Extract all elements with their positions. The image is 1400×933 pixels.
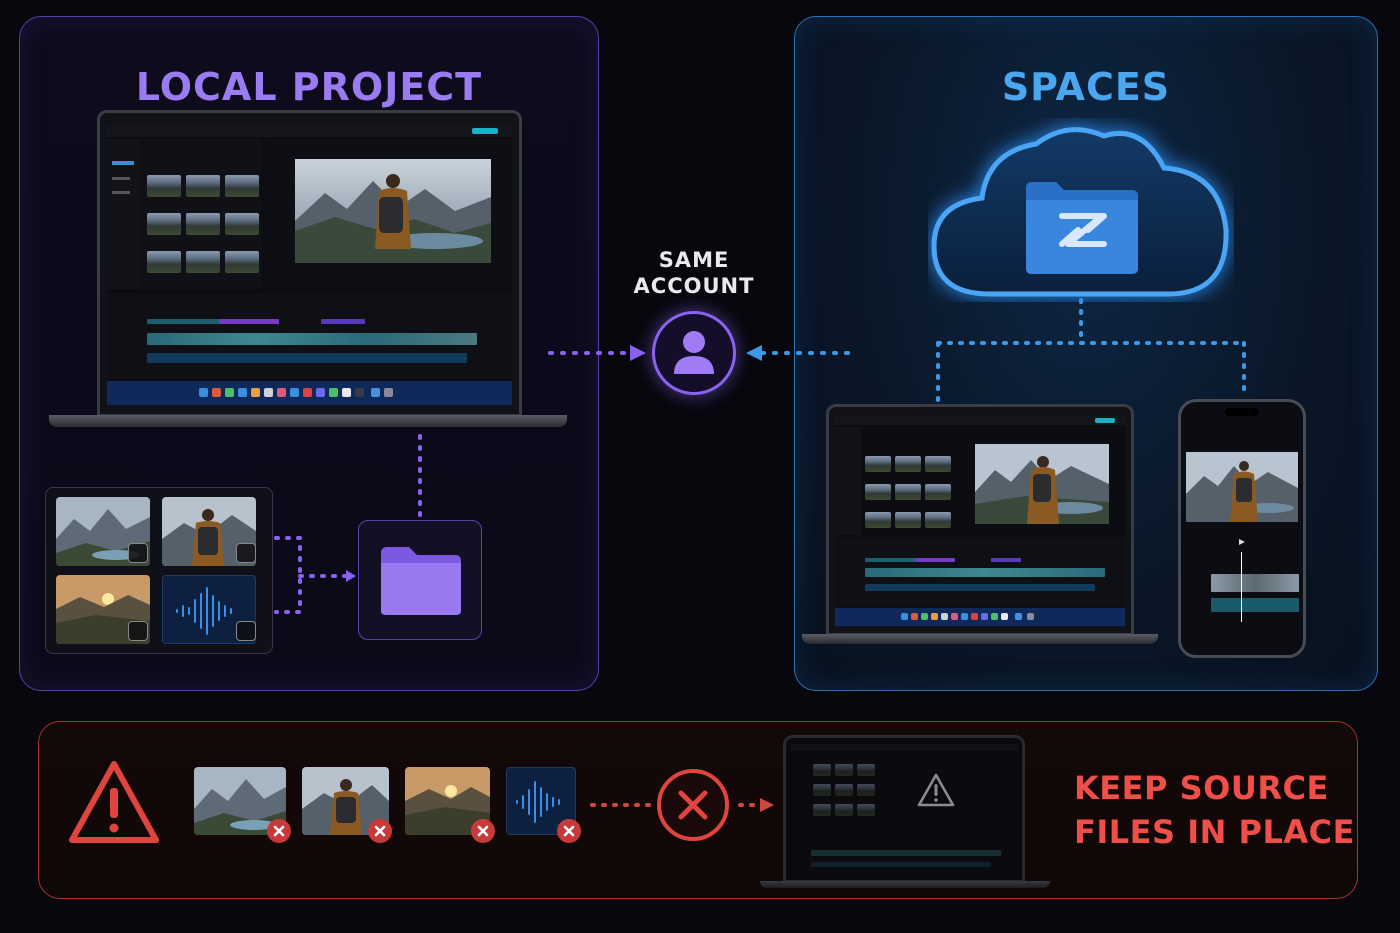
video-file-icon bbox=[128, 621, 148, 641]
warning-triangle-icon bbox=[69, 761, 159, 843]
local-folder-box bbox=[358, 520, 482, 640]
sidebar-item-2[interactable] bbox=[112, 177, 130, 180]
video-track[interactable] bbox=[1211, 574, 1299, 592]
media-thumb[interactable] bbox=[147, 175, 181, 197]
broken-project-laptop-base bbox=[760, 881, 1050, 888]
editor-screen bbox=[835, 416, 1125, 626]
player-preview bbox=[975, 444, 1109, 524]
sidebar-item-1[interactable] bbox=[112, 161, 134, 165]
editor-screen bbox=[107, 125, 512, 405]
same-label: SAME bbox=[658, 248, 730, 272]
timeline bbox=[107, 293, 512, 379]
x-circle-icon bbox=[657, 769, 729, 841]
video-track[interactable] bbox=[865, 568, 1105, 577]
player-preview bbox=[1186, 452, 1298, 522]
cloud-icon bbox=[931, 127, 1229, 297]
media-thumb[interactable] bbox=[895, 512, 921, 528]
spaces-laptop bbox=[826, 404, 1134, 636]
export-button[interactable] bbox=[1095, 418, 1115, 423]
media-thumb[interactable] bbox=[225, 213, 259, 235]
folder-icon bbox=[381, 547, 461, 615]
warning-triangle-icon bbox=[917, 773, 955, 807]
media-thumb[interactable] bbox=[865, 456, 891, 472]
x-badge-icon bbox=[557, 819, 581, 843]
warning-line-1: KEEP SOURCE bbox=[1074, 769, 1329, 807]
broken-project-laptop bbox=[783, 735, 1025, 883]
x-badge-icon bbox=[471, 819, 495, 843]
audio-track[interactable] bbox=[865, 584, 1095, 591]
effect-track[interactable] bbox=[219, 319, 279, 324]
audio-track[interactable] bbox=[147, 353, 467, 363]
media-thumb[interactable] bbox=[225, 251, 259, 273]
local-laptop bbox=[97, 110, 522, 417]
video-file-icon bbox=[236, 543, 256, 563]
dock bbox=[835, 608, 1125, 626]
effect-track[interactable] bbox=[915, 558, 955, 562]
media-thumb[interactable] bbox=[925, 456, 951, 472]
media-thumb[interactable] bbox=[895, 484, 921, 500]
account-avatar bbox=[652, 311, 736, 395]
media-thumb[interactable] bbox=[865, 512, 891, 528]
spaces-laptop-base bbox=[802, 634, 1158, 644]
x-badge-icon bbox=[368, 819, 392, 843]
media-thumb[interactable] bbox=[186, 213, 220, 235]
media-thumb[interactable] bbox=[186, 251, 220, 273]
local-media-grid bbox=[45, 487, 273, 654]
folder-icon bbox=[1026, 182, 1138, 274]
editor-sidebar bbox=[107, 139, 141, 289]
player-preview bbox=[295, 159, 491, 263]
playhead[interactable] bbox=[1241, 552, 1242, 622]
media-thumb[interactable] bbox=[147, 213, 181, 235]
editor-topbar bbox=[107, 125, 512, 137]
x-badge-icon bbox=[267, 819, 291, 843]
play-icon[interactable] bbox=[1239, 539, 1245, 545]
video-file-icon bbox=[128, 543, 148, 563]
sidebar-item-3[interactable] bbox=[112, 191, 130, 194]
dock bbox=[107, 381, 512, 405]
media-thumb[interactable] bbox=[186, 175, 220, 197]
warning-line-2: FILES IN PLACE bbox=[1074, 813, 1355, 851]
export-button[interactable] bbox=[472, 128, 498, 134]
account-label: ACCOUNT bbox=[633, 274, 755, 298]
local-laptop-base bbox=[49, 415, 567, 427]
phone-notch bbox=[1225, 408, 1259, 416]
media-thumb[interactable] bbox=[925, 512, 951, 528]
media-thumb[interactable] bbox=[865, 484, 891, 500]
media-thumb[interactable] bbox=[147, 251, 181, 273]
editor-screen bbox=[791, 744, 1019, 878]
video-track[interactable] bbox=[147, 333, 477, 345]
spaces-phone bbox=[1178, 399, 1306, 658]
media-thumb[interactable] bbox=[895, 456, 921, 472]
effect-track[interactable] bbox=[991, 558, 1021, 562]
effect-track[interactable] bbox=[321, 319, 365, 324]
media-thumb[interactable] bbox=[925, 484, 951, 500]
music-note-icon bbox=[236, 621, 256, 641]
user-icon bbox=[674, 331, 714, 374]
media-thumb[interactable] bbox=[225, 175, 259, 197]
audio-track[interactable] bbox=[1211, 598, 1299, 612]
